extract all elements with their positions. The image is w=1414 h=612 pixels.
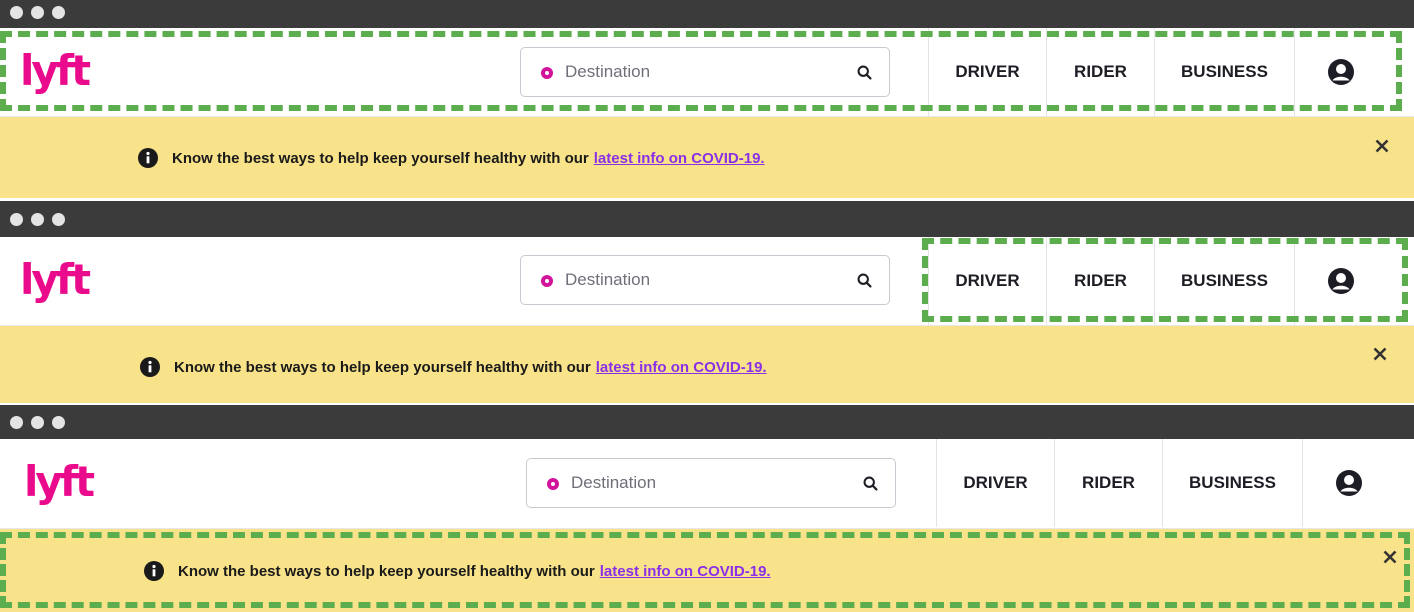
covid-info-link[interactable]: latest info on COVID-19. — [596, 359, 767, 376]
destination-search[interactable] — [526, 458, 896, 508]
account-icon — [1327, 268, 1354, 294]
destination-input[interactable] — [571, 471, 831, 495]
location-pin-icon — [547, 478, 559, 490]
nav-driver[interactable]: DRIVER — [936, 439, 1054, 527]
nav-links: DRIVER RIDER BUSINESS — [928, 237, 1386, 325]
banner-message: Know the best ways to help keep yourself… — [138, 148, 765, 168]
lyft-logo[interactable]: lyft — [20, 259, 91, 301]
window-titlebar — [0, 405, 1414, 439]
nav-business[interactable]: BUSINESS — [1154, 28, 1294, 116]
account-icon — [1327, 59, 1354, 85]
account-icon — [1335, 470, 1362, 496]
maximize-window-dot[interactable] — [52, 213, 65, 226]
info-icon — [144, 561, 164, 581]
account-button[interactable] — [1294, 28, 1386, 116]
account-button[interactable] — [1302, 439, 1394, 527]
destination-search[interactable] — [520, 255, 890, 305]
window-titlebar — [0, 0, 1414, 28]
nav-driver[interactable]: DRIVER — [928, 28, 1046, 116]
minimize-window-dot[interactable] — [31, 6, 44, 19]
close-window-dot[interactable] — [10, 416, 23, 429]
nav-rider[interactable]: RIDER — [1054, 439, 1162, 527]
nav-rider[interactable]: RIDER — [1046, 237, 1154, 325]
info-icon — [138, 148, 158, 168]
navbar: lyft DRIVER RIDER BUSINESS — [0, 439, 1414, 529]
destination-input[interactable] — [565, 60, 825, 84]
banner-text: Know the best ways to help keep yourself… — [172, 149, 589, 167]
nav-rider[interactable]: RIDER — [1046, 28, 1154, 116]
covid-banner: Know the best ways to help keep yourself… — [0, 117, 1414, 198]
search-icon[interactable] — [856, 64, 873, 81]
covid-info-link[interactable]: latest info on COVID-19. — [594, 150, 765, 167]
banner-message: Know the best ways to help keep yourself… — [144, 561, 771, 581]
window-controls — [10, 6, 65, 19]
lyft-logo[interactable]: lyft — [24, 461, 95, 503]
nav-driver[interactable]: DRIVER — [928, 237, 1046, 325]
window-titlebar — [0, 201, 1414, 237]
search-icon[interactable] — [856, 272, 873, 289]
window-controls — [10, 416, 65, 429]
nav-business[interactable]: BUSINESS — [1162, 439, 1302, 527]
navbar: lyft DRIVER RIDER BUSINESS — [0, 28, 1414, 117]
close-icon[interactable] — [1372, 346, 1388, 362]
lyft-logo[interactable]: lyft — [20, 50, 91, 92]
info-icon — [140, 357, 160, 377]
window-controls — [10, 213, 65, 226]
nav-links: DRIVER RIDER BUSINESS — [936, 439, 1394, 527]
location-pin-icon — [541, 67, 553, 79]
maximize-window-dot[interactable] — [52, 416, 65, 429]
banner-text: Know the best ways to help keep yourself… — [174, 358, 591, 376]
close-icon[interactable] — [1374, 138, 1390, 154]
destination-search[interactable] — [520, 47, 890, 97]
covid-banner: Know the best ways to help keep yourself… — [0, 529, 1414, 612]
minimize-window-dot[interactable] — [31, 213, 44, 226]
location-pin-icon — [541, 275, 553, 287]
destination-input[interactable] — [565, 268, 825, 292]
maximize-window-dot[interactable] — [52, 6, 65, 19]
covid-info-link[interactable]: latest info on COVID-19. — [600, 563, 771, 580]
banner-text: Know the best ways to help keep yourself… — [178, 562, 595, 580]
covid-banner: Know the best ways to help keep yourself… — [0, 326, 1414, 403]
close-icon[interactable] — [1382, 549, 1398, 565]
banner-message: Know the best ways to help keep yourself… — [140, 357, 767, 377]
search-icon[interactable] — [862, 475, 879, 492]
nav-business[interactable]: BUSINESS — [1154, 237, 1294, 325]
nav-links: DRIVER RIDER BUSINESS — [928, 28, 1386, 116]
account-button[interactable] — [1294, 237, 1386, 325]
close-window-dot[interactable] — [10, 6, 23, 19]
navbar: lyft DRIVER RIDER BUSINESS — [0, 237, 1414, 326]
close-window-dot[interactable] — [10, 213, 23, 226]
minimize-window-dot[interactable] — [31, 416, 44, 429]
